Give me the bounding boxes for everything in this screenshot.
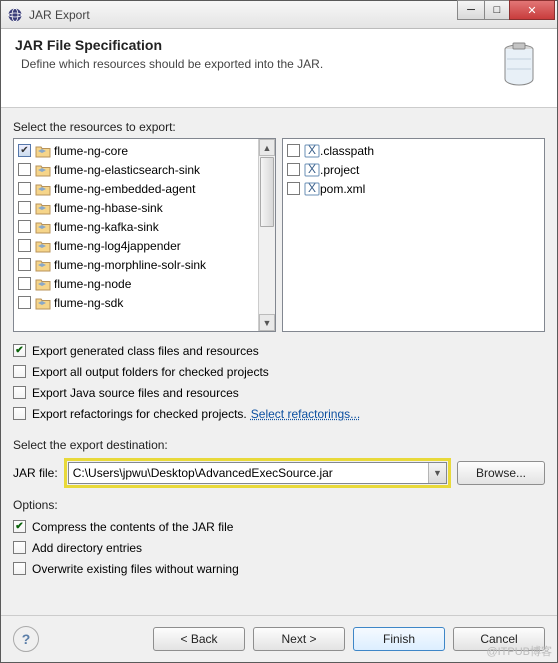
tree-checkbox[interactable] (18, 144, 31, 157)
tree-item-label: flume-ng-embedded-agent (54, 182, 195, 196)
list-item[interactable]: X .classpath (283, 141, 544, 160)
scroll-thumb[interactable] (260, 157, 274, 227)
options-label: Options: (13, 498, 545, 512)
option-checkbox[interactable] (13, 344, 26, 357)
option-row: Overwrite existing files without warning (13, 558, 545, 579)
minimize-button[interactable]: ─ (457, 0, 485, 20)
tree-item-label: flume-ng-hbase-sink (54, 201, 163, 215)
close-button[interactable]: ✕ (509, 0, 555, 20)
list-checkbox[interactable] (287, 163, 300, 176)
tree-checkbox[interactable] (18, 182, 31, 195)
tree-item[interactable]: flume-ng-morphline-solr-sink (14, 255, 258, 274)
option-label: Overwrite existing files without warning (32, 562, 239, 576)
select-refactorings-link[interactable]: Select refactorings... (251, 407, 360, 421)
scroll-up[interactable]: ▲ (259, 139, 275, 156)
destination-label: Select the export destination: (13, 438, 545, 452)
maximize-button[interactable]: □ (484, 0, 510, 20)
window-buttons: ─ □ ✕ (458, 0, 555, 20)
option-checkbox[interactable] (13, 520, 26, 533)
tree-item[interactable]: flume-ng-log4jappender (14, 236, 258, 255)
list-item[interactable]: Xpom.xml (283, 179, 544, 198)
next-button[interactable]: Next > (253, 627, 345, 651)
option-checkbox[interactable] (13, 365, 26, 378)
jar-icon (495, 37, 543, 93)
jar-file-input[interactable] (69, 463, 428, 483)
list-checkbox[interactable] (287, 144, 300, 157)
page-title: JAR File Specification (15, 37, 495, 53)
tree-item[interactable]: flume-ng-hbase-sink (14, 198, 258, 217)
tree-item[interactable]: flume-ng-sdk (14, 293, 258, 312)
tree-item-label: flume-ng-node (54, 277, 131, 291)
back-button[interactable]: < Back (153, 627, 245, 651)
tree-item-label: flume-ng-log4jappender (54, 239, 181, 253)
option-label: Export Java source files and resources (32, 386, 239, 400)
svg-text:X: X (308, 163, 316, 176)
scroll-down[interactable]: ▼ (259, 314, 275, 331)
list-item-label: .project (320, 163, 359, 177)
option-label: Compress the contents of the JAR file (32, 520, 233, 534)
option-label: Export all output folders for checked pr… (32, 365, 269, 379)
tree-item[interactable]: flume-ng-kafka-sink (14, 217, 258, 236)
tree-item[interactable]: flume-ng-node (14, 274, 258, 293)
files-list[interactable]: X .classpath X .project Xpom.xml (282, 138, 545, 332)
tree-item[interactable]: flume-ng-core (14, 141, 258, 160)
list-checkbox[interactable] (287, 182, 300, 195)
tree-checkbox[interactable] (18, 201, 31, 214)
wizard-banner: JAR File Specification Define which reso… (1, 29, 557, 108)
tree-checkbox[interactable] (18, 277, 31, 290)
option-checkbox[interactable] (13, 386, 26, 399)
browse-button[interactable]: Browse... (457, 461, 545, 485)
list-item[interactable]: X .project (283, 160, 544, 179)
tree-checkbox[interactable] (18, 239, 31, 252)
tree-item-label: flume-ng-elasticsearch-sink (54, 163, 200, 177)
tree-item-label: flume-ng-core (54, 144, 128, 158)
option-label: Add directory entries (32, 541, 142, 555)
tree-checkbox[interactable] (18, 258, 31, 271)
watermark: @ITPUB博客 (486, 643, 552, 659)
option-checkbox[interactable] (13, 562, 26, 575)
option-checkbox[interactable] (13, 541, 26, 554)
tree-item[interactable]: flume-ng-embedded-agent (14, 179, 258, 198)
option-row: Export all output folders for checked pr… (13, 361, 545, 382)
dropdown-arrow-icon[interactable]: ▼ (428, 463, 446, 483)
projects-tree[interactable]: flume-ng-core flume-ng-elasticsearch-sink… (13, 138, 276, 332)
tree-item-label: flume-ng-sdk (54, 296, 123, 310)
tree-checkbox[interactable] (18, 296, 31, 309)
option-row: Add directory entries (13, 537, 545, 558)
list-item-label: .classpath (320, 144, 374, 158)
eclipse-icon (7, 7, 23, 23)
help-button[interactable]: ? (13, 626, 39, 652)
option-row: Export Java source files and resources (13, 382, 545, 403)
svg-text:X: X (308, 182, 316, 195)
export-refactorings-checkbox[interactable] (13, 407, 26, 420)
jar-file-combo[interactable]: ▼ (68, 462, 447, 484)
list-item-label: pom.xml (320, 182, 365, 196)
button-bar: ? < Back Next > Finish Cancel (1, 615, 557, 662)
jar-export-dialog: JAR Export ─ □ ✕ JAR File Specification … (0, 0, 558, 663)
tree-checkbox[interactable] (18, 220, 31, 233)
svg-text:X: X (308, 144, 316, 157)
export-refactorings-label: Export refactorings for checked projects… (32, 407, 247, 421)
tree-item[interactable]: flume-ng-elasticsearch-sink (14, 160, 258, 179)
titlebar: JAR Export ─ □ ✕ (1, 1, 557, 29)
tree-item-label: flume-ng-kafka-sink (54, 220, 159, 234)
jar-file-label: JAR file: (13, 466, 58, 480)
page-subtitle: Define which resources should be exporte… (21, 57, 495, 71)
resources-label: Select the resources to export: (13, 120, 545, 134)
option-row: Compress the contents of the JAR file (13, 516, 545, 537)
tree-item-label: flume-ng-morphline-solr-sink (54, 258, 206, 272)
option-row: Export generated class files and resourc… (13, 340, 545, 361)
finish-button[interactable]: Finish (353, 627, 445, 651)
option-label: Export generated class files and resourc… (32, 344, 259, 358)
jar-file-highlight: ▼ (64, 458, 451, 488)
tree-checkbox[interactable] (18, 163, 31, 176)
scrollbar[interactable]: ▲ ▼ (258, 139, 275, 331)
export-refactorings-row: Export refactorings for checked projects… (13, 403, 545, 424)
